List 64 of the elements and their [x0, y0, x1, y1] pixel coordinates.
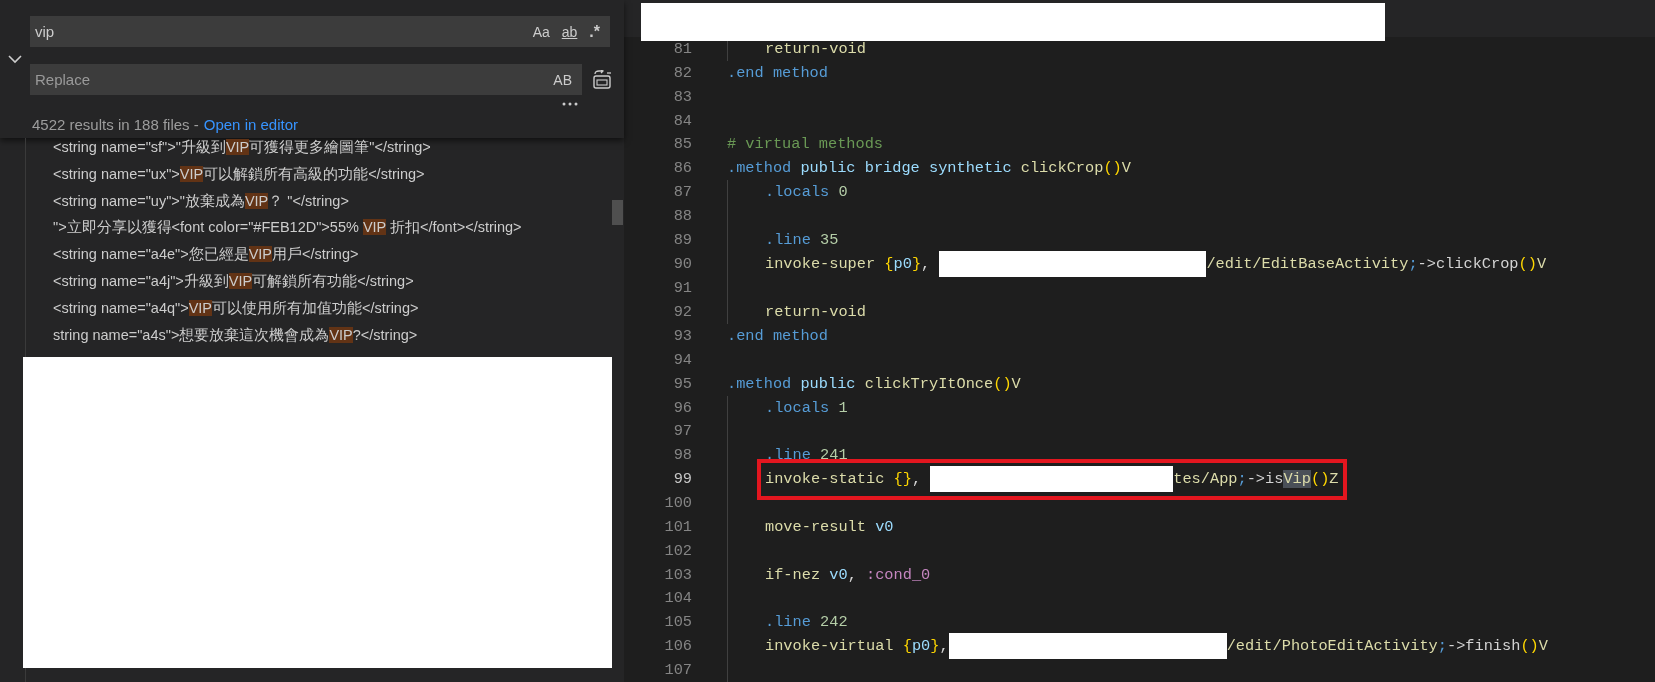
more-icon[interactable] [562, 102, 578, 106]
whole-word-toggle[interactable]: ab [557, 20, 582, 43]
line-number: 92 [672, 302, 692, 321]
line-number: 98 [672, 446, 692, 465]
line-number: 91 [672, 278, 692, 297]
search-result-line[interactable]: ">立即分享以獲得<font color="#FEB12D">55% VIP 折扣</font></string> [0, 214, 522, 242]
search-result-line[interactable]: <string name="a4e">您已經是VIP用戶</string> [0, 241, 359, 268]
search-result-line[interactable]: <string name="sf">"升級到VIP可獲得更多繪圖筆"</string> [0, 138, 431, 161]
regex-toggle[interactable]: .* [585, 20, 604, 43]
line-number: 102 [663, 541, 692, 560]
line-number: 103 [663, 565, 692, 584]
code-line: .end method [727, 325, 828, 347]
code-line: .method public bridge synthetic clickCrop()V [727, 158, 1131, 180]
search-result-line[interactable]: string name="a4s">想要放棄這次機會成為VIP?</string> [0, 321, 418, 349]
line-number: 101 [663, 517, 692, 536]
search-field[interactable]: vip Aa ab .* [30, 16, 610, 47]
code-line: if-nez v0, :cond_0 [765, 564, 931, 586]
code-line: .method public clickTryItOnce()V [727, 373, 1021, 395]
line-number: 86 [672, 159, 692, 178]
code-line: return-void [765, 301, 866, 323]
scrollbar-thumb[interactable] [612, 200, 623, 225]
line-number: 90 [672, 255, 692, 274]
search-result-line[interactable]: <string name="ux">VIP可以解鎖所有高級的功能</string> [0, 160, 425, 188]
code-line: .locals 1 [765, 397, 848, 419]
replace-field[interactable]: Replace AB [30, 64, 582, 96]
chevron-down-icon[interactable] [8, 54, 22, 64]
code-line: return-void [765, 39, 866, 60]
line-number: 85 [672, 135, 692, 154]
code-line: .line 241 [765, 445, 848, 467]
line-number: 81 [672, 40, 692, 58]
line-number: 100 [663, 494, 692, 513]
search-result-line[interactable]: <string name="a4j">升級到VIP可解鎖所有功能</string> [0, 268, 414, 295]
line-number: 83 [672, 87, 692, 106]
line-number: 107 [663, 661, 692, 680]
search-result-line[interactable]: <string name="uy">"放棄成為VIP？ "</string> [0, 187, 349, 215]
line-number: 97 [672, 422, 692, 441]
line-number: 94 [672, 350, 692, 369]
code-line: .line 35 [765, 230, 839, 252]
line-number: 88 [672, 207, 692, 226]
code-line: .locals 0 [765, 182, 848, 204]
line-number: 99 [672, 470, 692, 489]
line-number: 106 [663, 637, 692, 656]
match-case-toggle[interactable]: Aa [528, 20, 554, 43]
preserve-case-toggle[interactable]: AB [549, 68, 576, 91]
line-number: 96 [672, 398, 692, 417]
code-line: .end method [727, 63, 828, 84]
line-number: 95 [672, 374, 692, 393]
line-number: 104 [663, 589, 692, 608]
code-line: invoke-virtual {p0}, /edit/PhotoEditActivity;->finish()V [765, 634, 1548, 659]
line-number: 105 [663, 613, 692, 632]
code-line: invoke-static {}, tes/App;->isVip()Z [765, 467, 1339, 492]
line-number: 82 [672, 64, 692, 82]
line-number: 87 [672, 183, 692, 202]
code-line: move-result v0 [765, 516, 894, 538]
code-line: invoke-super {p0}, /edit/EditBaseActivity;->clickCrop()V [765, 252, 1547, 277]
code-line: .line 242 [765, 612, 848, 634]
line-number: 89 [672, 231, 692, 250]
results-summary: 4522 results in 188 files - [32, 115, 199, 135]
line-number: 93 [672, 326, 692, 345]
open-in-editor-link[interactable]: Open in editor [203, 115, 298, 138]
line-number: 84 [672, 111, 692, 130]
replace-all-icon[interactable] [591, 69, 613, 90]
search-result-line[interactable]: <string name="a4q">VIP可以使用所有加值功能</string> [0, 294, 419, 322]
code-line: # virtual methods [727, 134, 884, 156]
